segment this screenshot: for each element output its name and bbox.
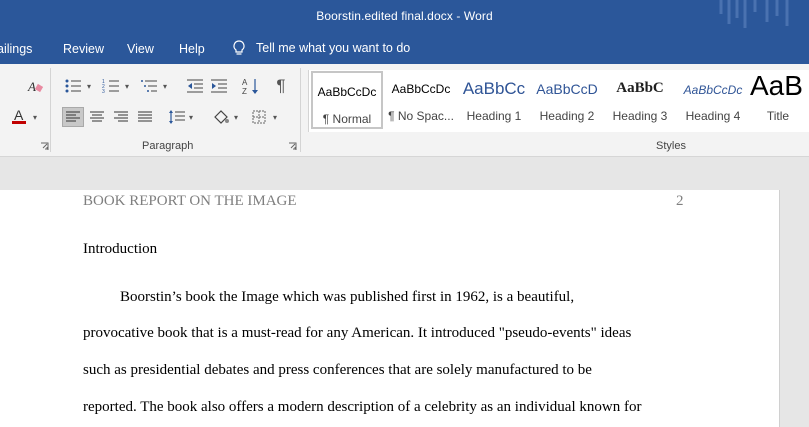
font-dialog-launcher-icon[interactable] — [40, 142, 49, 151]
shading-button[interactable] — [210, 107, 232, 127]
bullets-button[interactable] — [62, 76, 84, 96]
style-heading-2[interactable]: AaBbCcD Heading 2 — [531, 70, 603, 130]
multilevel-list-button[interactable] — [138, 76, 160, 96]
paragraph-group-label: Paragraph — [142, 140, 194, 152]
style-sample: AaBbCcDc — [391, 82, 451, 96]
tab-view[interactable]: View — [127, 42, 154, 56]
align-right-button[interactable] — [110, 107, 132, 127]
font-color-icon: A — [12, 107, 26, 124]
style-sample: AaBbCcD — [536, 81, 598, 97]
clear-formatting-button[interactable]: A — [24, 76, 46, 96]
tell-me-search[interactable]: Tell me what you want to do — [232, 40, 410, 56]
body-line: Boorstin’s book the Image which was publ… — [120, 289, 575, 305]
increase-indent-button[interactable] — [208, 76, 230, 96]
multilevel-list-icon — [141, 80, 157, 92]
borders-button[interactable] — [248, 107, 270, 127]
chevron-down-icon[interactable]: ▾ — [189, 113, 193, 122]
sort-button[interactable]: A Z — [240, 76, 262, 96]
chevron-down-icon[interactable]: ▾ — [273, 113, 277, 122]
style-name: Title — [766, 109, 790, 123]
tell-me-label: Tell me what you want to do — [256, 41, 411, 55]
numbering-icon: 123 — [102, 79, 119, 94]
decrease-indent-icon — [187, 79, 203, 93]
style-name: ¶ Normal — [322, 112, 372, 126]
title-decoration-pattern — [719, 0, 789, 28]
dialog-launcher-icon[interactable] — [0, 142, 7, 151]
window-title: Boorstin.edited final.docx - Word — [316, 9, 493, 23]
document-page[interactable]: BOOK REPORT ON THE IMAGE 2 Introduction … — [0, 190, 780, 427]
chevron-down-icon[interactable]: ▾ — [33, 113, 37, 122]
align-center-button[interactable] — [86, 107, 108, 127]
increase-indent-icon — [211, 79, 227, 93]
align-left-button[interactable] — [62, 107, 84, 127]
justify-icon — [138, 111, 152, 122]
style-sample: AaBbC — [616, 80, 664, 96]
styles-gallery: AaBbCcDc ¶ Normal AaBbCcDc ¶ No Spac... … — [308, 70, 809, 132]
align-right-icon — [114, 111, 128, 122]
style-name: ¶ No Spac... — [388, 109, 454, 123]
chevron-down-icon[interactable]: ▾ — [125, 82, 129, 91]
shading-icon — [214, 110, 229, 124]
show-formatting-button[interactable]: ¶ — [270, 76, 292, 96]
svg-text:3: 3 — [102, 89, 105, 94]
font-color-button[interactable]: A — [8, 106, 30, 126]
sort-icon: A Z — [242, 78, 258, 95]
style-heading-1[interactable]: AaBbCc Heading 1 — [458, 70, 530, 130]
style-normal[interactable]: AaBbCcDc ¶ Normal — [311, 71, 383, 129]
style-name: Heading 4 — [685, 109, 741, 123]
body-line: such as presidential debates and press c… — [83, 362, 592, 378]
line-spacing-button[interactable] — [166, 107, 188, 127]
style-sample: AaB — [750, 70, 803, 101]
ribbon-tab-bar: ailings Review View Help Tell me what yo… — [0, 36, 809, 64]
chevron-down-icon[interactable]: ▾ — [234, 113, 238, 122]
svg-text:Z: Z — [242, 87, 247, 95]
eraser-icon: A — [27, 79, 43, 94]
style-no-spacing[interactable]: AaBbCcDc ¶ No Spac... — [385, 70, 457, 130]
svg-text:A: A — [242, 78, 248, 87]
style-title[interactable]: AaB Title — [746, 70, 809, 130]
paragraph-dialog-launcher-icon[interactable] — [288, 142, 297, 151]
svg-text:A: A — [27, 79, 36, 94]
borders-icon — [252, 110, 266, 124]
body-line: reported. The book also offers a modern … — [83, 399, 642, 415]
decrease-indent-button[interactable] — [184, 76, 206, 96]
align-center-icon — [90, 111, 104, 122]
page-number: 2 — [676, 193, 684, 209]
style-heading-4[interactable]: AaBbCcDc Heading 4 — [677, 70, 749, 130]
style-heading-3[interactable]: AaBbC Heading 3 — [604, 70, 676, 130]
body-line: provocative book that is a must-read for… — [83, 325, 632, 341]
tab-review[interactable]: Review — [63, 42, 104, 56]
style-name: Heading 3 — [612, 109, 668, 123]
line-spacing-icon — [169, 110, 185, 124]
style-name: Heading 1 — [466, 109, 522, 123]
bullets-icon — [65, 79, 81, 93]
page-header: BOOK REPORT ON THE IMAGE — [83, 193, 297, 209]
style-name: Heading 2 — [539, 109, 595, 123]
tab-mailings[interactable]: ailings — [0, 42, 32, 56]
justify-button[interactable] — [134, 107, 156, 127]
svg-text:A: A — [14, 107, 24, 123]
style-sample: AaBbCcDc — [683, 83, 743, 97]
chevron-down-icon[interactable]: ▾ — [163, 82, 167, 91]
chevron-down-icon[interactable]: ▾ — [87, 82, 91, 91]
title-bar: Boorstin.edited final.docx - Word — [0, 0, 809, 36]
lightbulb-icon — [233, 40, 245, 55]
align-left-icon — [66, 111, 80, 122]
section-heading: Introduction — [83, 241, 158, 257]
pilcrow-icon: ¶ — [276, 76, 286, 95]
tab-help[interactable]: Help — [179, 42, 205, 56]
style-sample: AaBbCc — [462, 79, 526, 98]
style-sample: AaBbCcDc — [317, 85, 377, 99]
styles-group-label: Styles — [656, 140, 686, 152]
ribbon-home: A A ▾ ▾ 123 ▾ ▾ A Z ¶ ▾ ▾ ▾ Paragraph Aa… — [0, 64, 809, 157]
numbering-button[interactable]: 123 — [100, 76, 122, 96]
